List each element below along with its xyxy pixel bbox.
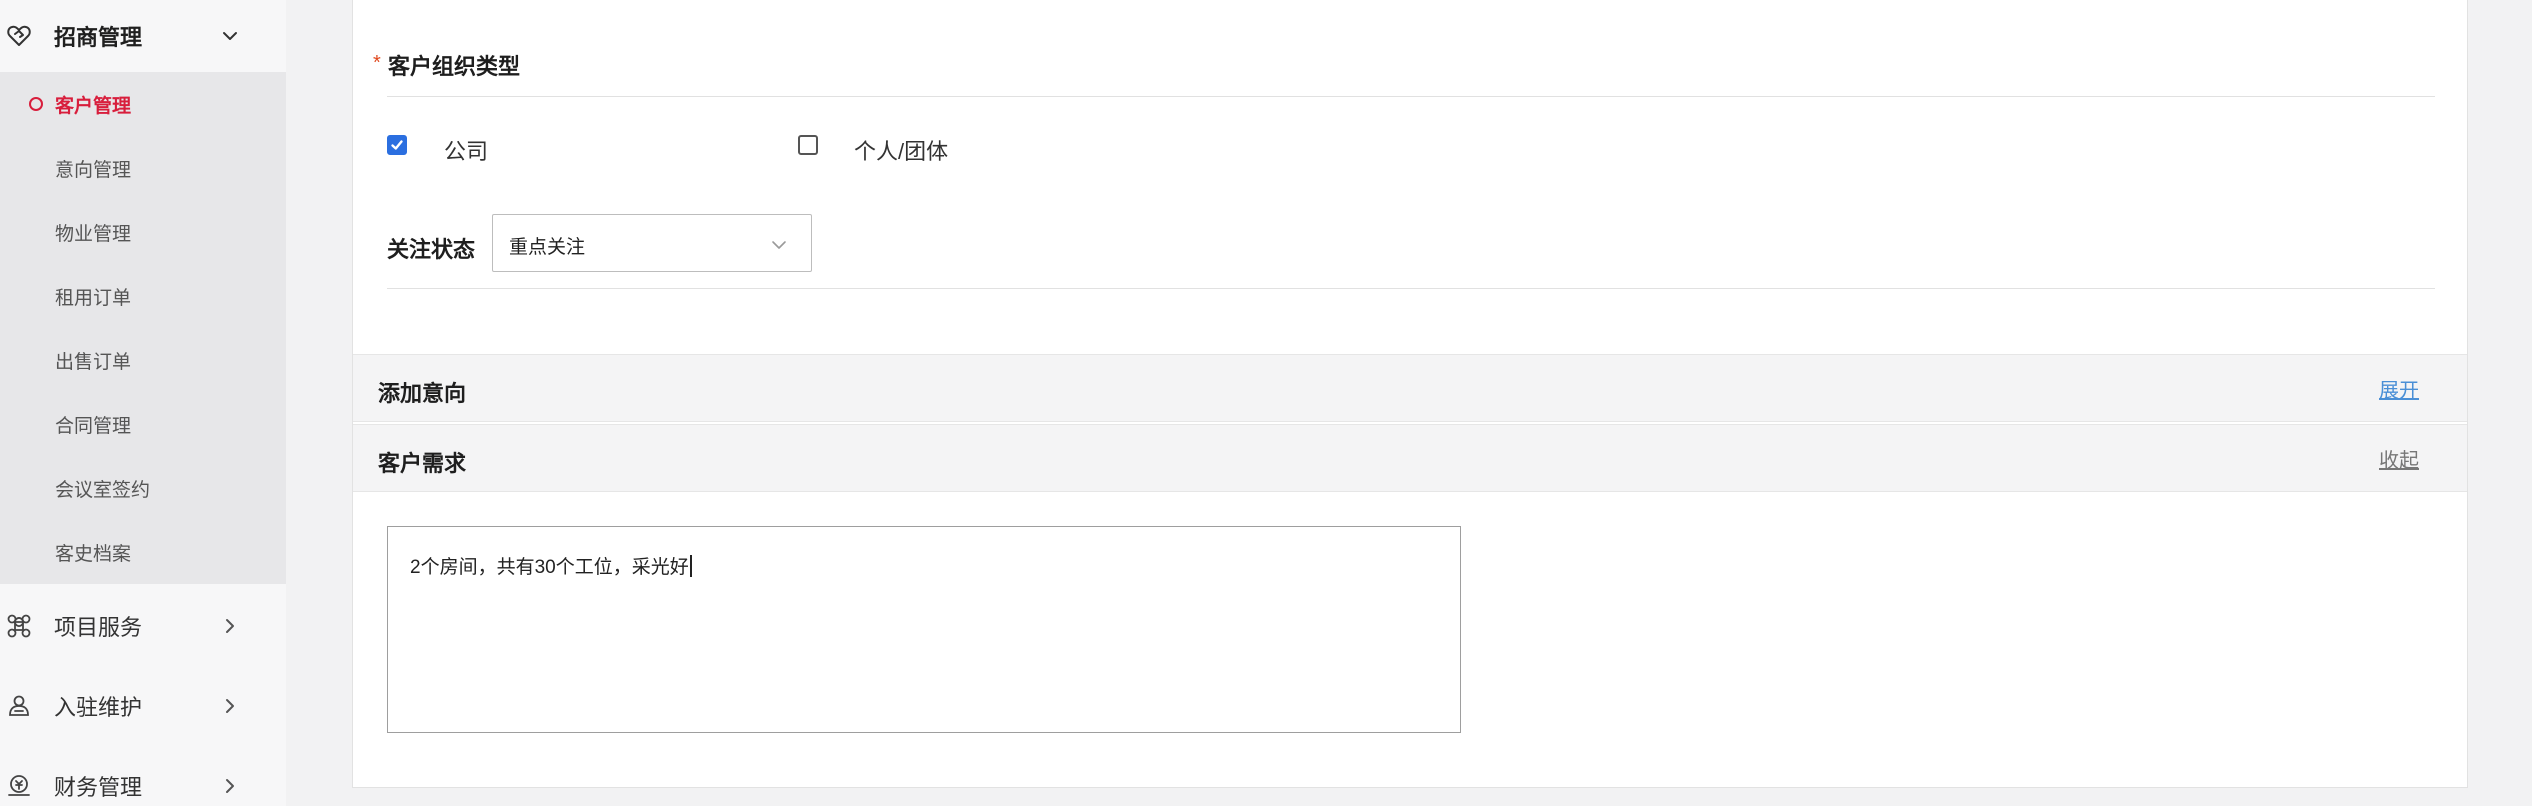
chevron-right-icon xyxy=(218,774,242,798)
follow-status-value: 重点关注 xyxy=(509,237,586,258)
sidebar-item-label: 客户管理 xyxy=(55,95,132,117)
sidebar-item-label: 物业管理 xyxy=(55,223,132,245)
chevron-right-icon xyxy=(218,694,242,718)
individual-group-checkbox[interactable] xyxy=(798,135,818,155)
customer-needs-panel-header[interactable]: 客户需求 收起 xyxy=(353,424,2467,492)
menu-group-label: 招商管理 xyxy=(54,25,143,50)
person-icon xyxy=(4,691,34,721)
finance-icon xyxy=(4,771,34,801)
sidebar-item-label: 意向管理 xyxy=(55,159,132,181)
add-intent-panel-header[interactable]: 添加意向 展开 xyxy=(353,354,2467,422)
submenu-investment: 客户管理 意向管理 物业管理 租用订单 出售订单 合同管理 会议室签约 客史档案 xyxy=(0,72,286,584)
add-intent-title: 添加意向 xyxy=(378,381,467,406)
required-mark: * xyxy=(373,52,381,74)
active-dot-icon xyxy=(29,97,43,111)
chevron-down-icon xyxy=(769,235,789,255)
sidebar-item-label: 出售订单 xyxy=(55,351,132,373)
divider xyxy=(387,288,2435,289)
sidebar-item-intents[interactable]: 意向管理 xyxy=(0,136,286,200)
sidebar: 招商管理 客户管理 意向管理 物业管理 租用订单 出售订单 合同管理 会议室签约… xyxy=(0,0,286,806)
org-type-title: 客户组织类型 xyxy=(388,54,521,79)
divider xyxy=(387,96,2435,97)
customer-needs-textarea[interactable]: 2个房间，共有30个工位，采光好 xyxy=(387,526,1461,733)
text-caret xyxy=(689,555,692,577)
sidebar-item-label: 合同管理 xyxy=(55,415,132,437)
menu-group-label: 入驻维护 xyxy=(54,695,143,720)
menu-group-finance[interactable]: 财务管理 xyxy=(0,750,286,806)
main-content: * 客户组织类型 公司 个人/团体 关注状态 重点关注 添加意向 展开 客户需求… xyxy=(286,0,2532,806)
sidebar-item-label: 客史档案 xyxy=(55,543,132,565)
follow-status-label: 关注状态 xyxy=(387,237,476,262)
company-checkbox[interactable] xyxy=(387,135,407,155)
sidebar-item-label: 租用订单 xyxy=(55,287,132,309)
menu-group-label: 财务管理 xyxy=(54,775,143,800)
menu-group-investment[interactable]: 招商管理 xyxy=(0,0,286,72)
expand-link[interactable]: 展开 xyxy=(2379,374,2419,403)
sidebar-item-rental-orders[interactable]: 租用订单 xyxy=(0,264,286,328)
customer-form-card: * 客户组织类型 公司 个人/团体 关注状态 重点关注 添加意向 展开 客户需求… xyxy=(352,0,2468,788)
sidebar-item-sale-orders[interactable]: 出售订单 xyxy=(0,328,286,392)
sidebar-item-meeting-room[interactable]: 会议室签约 xyxy=(0,456,286,520)
app: 招商管理 客户管理 意向管理 物业管理 租用订单 出售订单 合同管理 会议室签约… xyxy=(0,0,2532,806)
customer-needs-title: 客户需求 xyxy=(378,451,467,476)
sidebar-item-customers[interactable]: 客户管理 xyxy=(0,72,286,136)
menu-group-residency[interactable]: 入驻维护 xyxy=(0,670,286,742)
sidebar-item-label: 会议室签约 xyxy=(55,479,151,501)
follow-status-select[interactable]: 重点关注 xyxy=(492,214,812,272)
collapse-link[interactable]: 收起 xyxy=(2379,444,2419,473)
chevron-down-icon xyxy=(218,24,242,48)
menu-group-label: 项目服务 xyxy=(54,615,143,640)
individual-group-label[interactable]: 个人/团体 xyxy=(854,134,948,166)
sidebar-item-property[interactable]: 物业管理 xyxy=(0,200,286,264)
company-label[interactable]: 公司 xyxy=(444,134,488,166)
menu-group-project-services[interactable]: 项目服务 xyxy=(0,590,286,662)
handshake-icon xyxy=(4,21,34,51)
chevron-right-icon xyxy=(218,614,242,638)
sidebar-item-contracts[interactable]: 合同管理 xyxy=(0,392,286,456)
command-icon xyxy=(4,611,34,641)
sidebar-item-customer-history[interactable]: 客史档案 xyxy=(0,520,286,584)
customer-needs-text: 2个房间，共有30个工位，采光好 xyxy=(410,552,692,579)
